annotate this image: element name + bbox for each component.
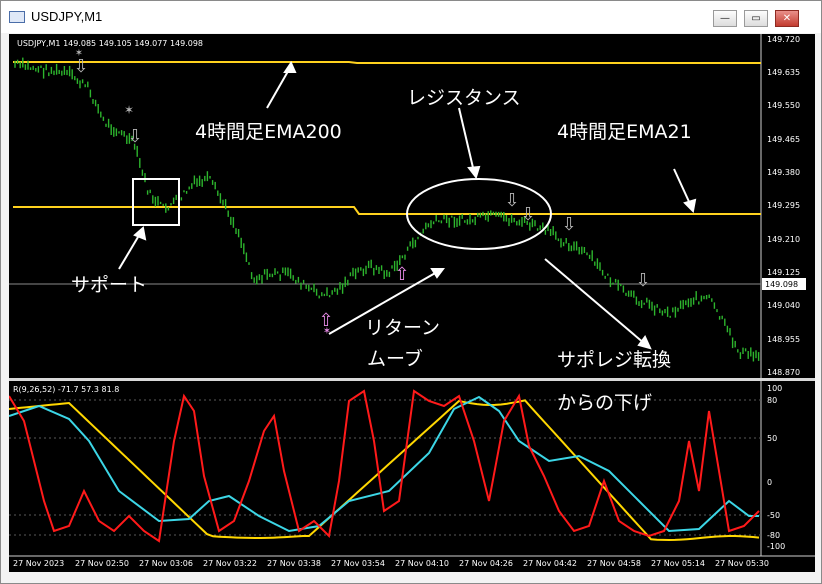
price-tick: 149.040 (767, 301, 800, 310)
support-pointer-line (118, 231, 142, 270)
sell-signal-arrow: ⇩ (520, 204, 535, 225)
price-tick: 149.635 (767, 68, 800, 77)
sell-signal-arrow: ⇩ (561, 214, 576, 235)
oscillator-panel[interactable]: R(9,26,52) -71.7 57.3 81.8 100 80 50 0 -… (8, 381, 815, 572)
osc-level: -50 (767, 511, 780, 520)
osc-level: 80 (767, 396, 777, 405)
sell-signal-arrow: ⇩ (127, 126, 142, 147)
sell-signal-arrow: ⇩ (73, 56, 88, 77)
return-move-label-2: ムーブ (367, 347, 423, 370)
ema21-4h-line (13, 206, 761, 215)
price-tick: 149.210 (767, 235, 800, 244)
price-tick: 149.295 (767, 201, 800, 210)
oscillator-slow-line (8, 399, 760, 542)
minimize-button[interactable]: — (713, 10, 737, 27)
sell-signal-arrow: ⇩ (635, 270, 650, 291)
time-tick: 27 Nov 03:22 (203, 559, 257, 568)
support-pointer-head (133, 226, 147, 241)
time-tick: 27 Nov 04:42 (523, 559, 577, 568)
terminal-window: USDJPY,M1 — ▭ ✕ USDJPY,M1 149.085 149.10… (0, 0, 822, 584)
ema21-pointer-line (673, 168, 692, 207)
time-tick: 27 Nov 2023 (13, 559, 64, 568)
resistance-label: レジスタンス (407, 87, 521, 109)
support-label: サポート (71, 274, 147, 296)
time-tick: 27 Nov 03:38 (267, 559, 321, 568)
price-tick: 148.955 (767, 335, 800, 344)
window-title: USDJPY,M1 (31, 9, 103, 24)
price-tick: 149.550 (767, 101, 800, 110)
ema200-label: 4時間足EMA200 (195, 121, 342, 143)
resistance-pointer-head (467, 165, 481, 180)
ema200-pointer-head (283, 60, 297, 73)
osc-level: -100 (767, 542, 785, 551)
sapo-reji-pointer-head (637, 335, 652, 350)
price-axis: 149.720 149.635 149.550 149.465 149.380 … (767, 35, 800, 377)
osc-level: 100 (767, 384, 782, 393)
sapo-reji-label-1: サポレジ転換 (557, 349, 671, 371)
time-tick: 27 Nov 05:14 (651, 559, 705, 568)
time-tick: 27 Nov 03:54 (331, 559, 385, 568)
time-tick: 27 Nov 02:50 (75, 559, 129, 568)
chart-window-icon (9, 11, 25, 23)
oscillator-axis: 100 80 50 0 -50 -80 -100 (767, 384, 785, 551)
time-tick: 27 Nov 05:30 (715, 559, 769, 568)
sapo-reji-pointer-line (544, 258, 646, 345)
time-tick: 27 Nov 04:10 (395, 559, 449, 568)
return-move-pointer-head (430, 268, 445, 279)
time-axis: 27 Nov 2023 27 Nov 02:50 27 Nov 03:06 27… (13, 559, 769, 568)
title-bar[interactable]: USDJPY,M1 — ▭ ✕ (1, 1, 821, 33)
price-tick: 149.465 (767, 135, 800, 144)
return-move-label-1: リターン (365, 317, 440, 339)
restore-button[interactable]: ▭ (744, 10, 768, 27)
osc-level: -80 (767, 531, 780, 540)
price-panel[interactable]: USDJPY,M1 149.085 149.105 149.077 149.09… (9, 34, 815, 378)
ema21-pointer-head (683, 198, 697, 214)
chart-header: USDJPY,M1 149.085 149.105 149.077 149.09… (17, 39, 203, 48)
time-tick: 27 Nov 04:26 (459, 559, 513, 568)
price-tick: 149.720 (767, 35, 800, 44)
osc-level: 0 (767, 478, 772, 487)
sapo-reji-label-2: からの下げ (557, 392, 652, 414)
time-tick: 27 Nov 04:58 (587, 559, 641, 568)
oscillator-header: R(9,26,52) -71.7 57.3 81.8 (13, 385, 119, 394)
time-tick: 27 Nov 03:06 (139, 559, 193, 568)
osc-level: 50 (767, 434, 777, 443)
resistance-pointer-line (458, 107, 475, 173)
price-tick: 149.125 (767, 268, 800, 277)
close-button[interactable]: ✕ (775, 10, 799, 27)
current-price-label: 149.098 (765, 280, 798, 289)
sell-signal-arrow: ⇩ (504, 190, 519, 211)
star-marker-icon: ✶ (124, 103, 134, 117)
ema21-label: 4時間足EMA21 (557, 121, 692, 143)
ema200-4h-line (13, 61, 761, 64)
chart-area[interactable]: USDJPY,M1 149.085 149.105 149.077 149.09… (8, 34, 815, 572)
star-marker-icon: ✶ (75, 48, 83, 59)
price-tick: 148.870 (767, 368, 800, 377)
star-marker-icon: ✶ (323, 326, 331, 337)
buy-signal-arrow: ⇧ (394, 264, 409, 285)
price-tick: 149.380 (767, 168, 800, 177)
